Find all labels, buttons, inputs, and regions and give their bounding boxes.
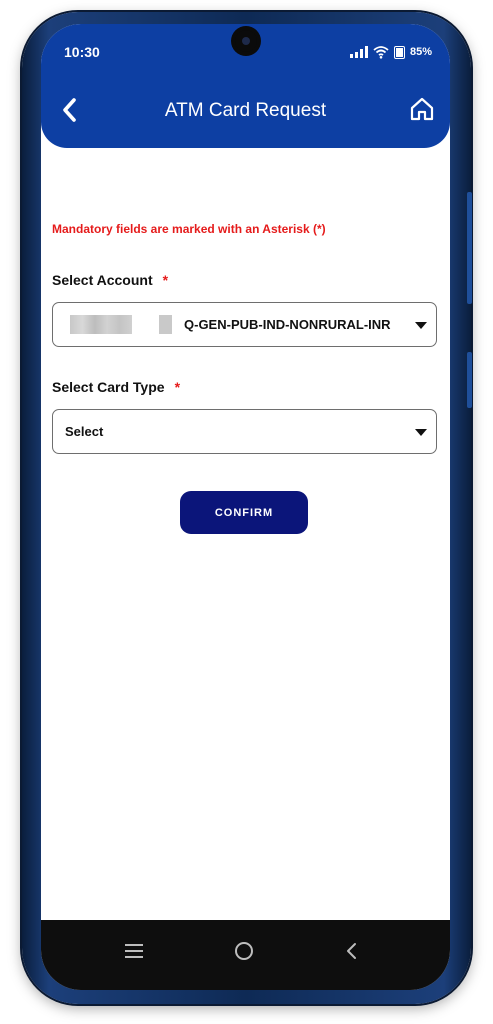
battery-icon	[393, 45, 405, 59]
power-button	[467, 352, 472, 408]
selected-account-value: Q-GEN-PUB-IND-NONRURAL-INR	[184, 317, 391, 332]
menu-icon[interactable]	[121, 940, 147, 962]
masked-account-number	[70, 315, 132, 334]
select-account-dropdown[interactable]: Q-GEN-PUB-IND-NONRURAL-INR	[52, 302, 437, 347]
battery-percent: 85%	[409, 46, 432, 58]
page-title: ATM Card Request	[164, 100, 327, 121]
masked-account-number-suffix	[159, 315, 172, 334]
select-card-type-label: Select Card Type *	[52, 379, 180, 395]
front-camera	[235, 30, 257, 52]
selected-card-type-value: Select	[65, 424, 104, 439]
device-stage: 10:30 85% ATM Card Request Mandatory fie…	[0, 0, 493, 1024]
home-circle-icon[interactable]	[231, 940, 257, 962]
system-navigation-bar	[41, 920, 450, 990]
home-icon[interactable]	[409, 96, 435, 122]
dropdown-caret-icon	[415, 429, 427, 436]
required-asterisk: *	[162, 272, 169, 288]
app-header: 10:30 85% ATM Card Request	[41, 24, 450, 148]
chevron-left-icon[interactable]	[58, 96, 82, 124]
mandatory-fields-note: Mandatory fields are marked with an Aste…	[52, 222, 326, 236]
select-card-type-label-text: Select Card Type	[52, 379, 165, 395]
status-time: 10:30	[64, 44, 100, 60]
select-account-label-text: Select Account	[52, 272, 153, 288]
signal-icon	[349, 46, 368, 58]
required-asterisk: *	[174, 379, 181, 395]
select-account-label: Select Account *	[52, 272, 168, 288]
wifi-icon	[373, 46, 389, 59]
dropdown-caret-icon	[415, 322, 427, 329]
select-card-type-dropdown[interactable]: Select	[52, 409, 437, 454]
back-icon[interactable]	[339, 940, 365, 962]
confirm-button[interactable]: CONFIRM	[180, 491, 308, 534]
phone-screen: 10:30 85% ATM Card Request Mandatory fie…	[41, 24, 450, 990]
volume-button	[467, 192, 472, 304]
status-icons: 85%	[349, 44, 432, 60]
